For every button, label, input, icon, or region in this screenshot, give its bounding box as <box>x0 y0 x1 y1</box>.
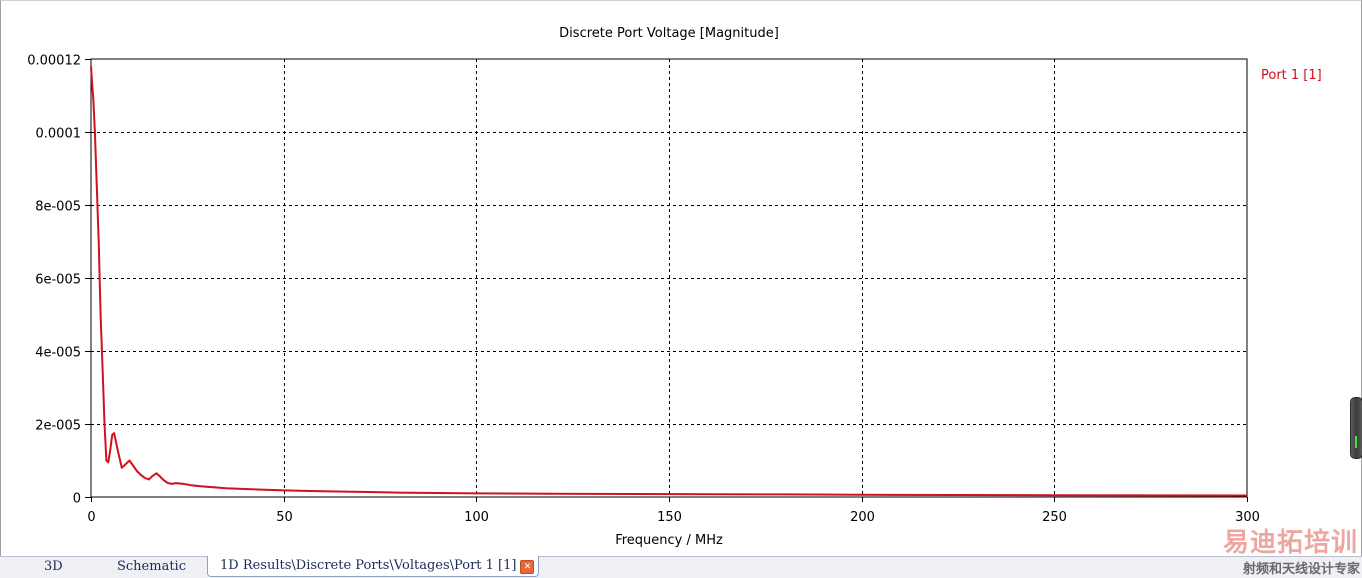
x-tick-label: 50 <box>276 510 293 525</box>
legend-entry-port1[interactable]: Port 1 [1] <box>1261 68 1322 83</box>
tab-1d-results-label: 1D Results\Discrete Ports\Voltages\Port … <box>220 558 517 573</box>
watermark-logo: 易迪拓培训 射频和天线设计专家 <box>1200 520 1362 577</box>
watermark-subtitle: 射频和天线设计专家 <box>1242 562 1360 577</box>
tab-schematic[interactable]: Schematic <box>117 557 186 577</box>
y-tick-label: 0.00012 <box>27 54 81 69</box>
chart-title: Discrete Port Voltage [Magnitude] <box>559 26 779 41</box>
scrollbar-thumb[interactable] <box>1350 397 1362 459</box>
x-tick-label: 0 <box>87 510 95 525</box>
plot-window: Discrete Port Voltage [Magnitude] 0 50 100… <box>0 0 1362 558</box>
y-tick-label: 4e-005 <box>35 346 81 361</box>
watermark-title: 易迪拓培训 <box>1222 528 1358 558</box>
y-tick-label: 2e-005 <box>35 419 81 434</box>
close-icon[interactable]: ✕ <box>520 560 535 574</box>
x-tick-label: 100 <box>464 510 489 525</box>
y-tick-label: 8e-005 <box>35 200 81 215</box>
result-tab-bar: 3D Schematic 1D Results\Discrete Ports\V… <box>0 556 1362 578</box>
x-tick-label: 200 <box>850 510 875 525</box>
y-tick-label: 0.0001 <box>36 127 82 142</box>
x-axis-label: Frequency / MHz <box>615 533 723 548</box>
x-tick-label: 150 <box>657 510 682 525</box>
chart: Discrete Port Voltage [Magnitude] 0 50 100… <box>27 26 1322 548</box>
y-tick-label: 6e-005 <box>35 273 81 288</box>
axis-ticks: 0 50 100 150 200 250 30002e-0054e-0056e-0058e-… <box>27 54 1260 526</box>
grid-lines <box>91 59 1247 497</box>
x-tick-label: 250 <box>1042 510 1067 525</box>
scroll-grip-icon <box>1355 436 1357 448</box>
tab-1d-results-port1[interactable]: 1D Results\Discrete Ports\Voltages\Port … <box>207 556 540 577</box>
y-tick-label: 0 <box>73 492 81 507</box>
tab-3d[interactable]: 3D <box>44 557 63 577</box>
